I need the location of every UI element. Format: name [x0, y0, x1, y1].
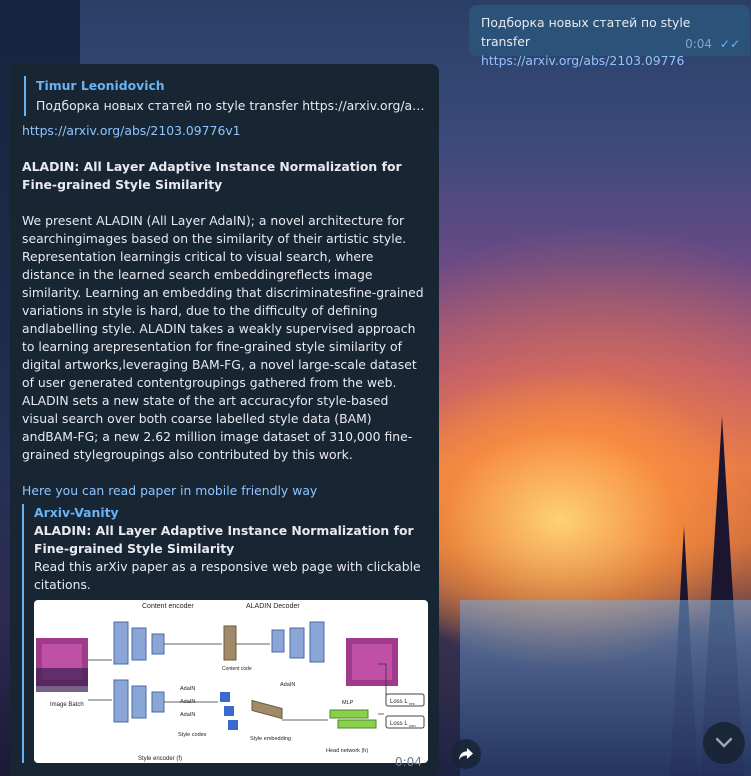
label-style-codes: Style codes	[178, 732, 207, 738]
preview-image[interactable]: Content encoder ALADIN Decoder Image Bat…	[34, 600, 428, 763]
preview-title: ALADIN: All Layer Adaptive Instance Norm…	[34, 523, 414, 556]
outgoing-message-link[interactable]: https://arxiv.org/abs/2103.09776	[481, 51, 738, 70]
label-loss-con: Loss L con	[390, 721, 416, 728]
label-content-encoder: Content encoder	[142, 603, 194, 610]
link-preview[interactable]: Arxiv-Vanity ALADIN: All Layer Adaptive …	[22, 504, 428, 763]
label-aladin-decoder: ALADIN Decoder	[246, 603, 300, 610]
preview-site-name: Arxiv-Vanity	[34, 505, 119, 520]
paper-link[interactable]: https://arxiv.org/abs/2103.09776v1	[22, 122, 427, 140]
chevron-down-icon	[715, 737, 733, 748]
label-head-network: Head network (h)	[326, 748, 368, 754]
paper-abstract: We present ALADIN (All Layer AdaIN); a n…	[22, 213, 424, 462]
incoming-message-time: 0:04	[395, 755, 422, 769]
incoming-message[interactable]: Timur Leonidovich Подборка новых статей …	[10, 64, 439, 776]
label-loss-rec: Loss L rec	[390, 699, 415, 706]
reply-quote[interactable]: Timur Leonidovich Подборка новых статей …	[24, 76, 427, 116]
label-mlp: MLP	[342, 700, 354, 706]
message-time: 0:04	[685, 37, 713, 51]
outgoing-message[interactable]: Подборка новых статей по style transfer …	[469, 5, 750, 68]
paper-title: ALADIN: All Layer Adaptive Instance Norm…	[22, 159, 402, 192]
preview-description: Read this arXiv paper as a responsive we…	[34, 559, 421, 592]
message-meta: 0:04 ✓✓	[685, 37, 740, 51]
reply-author: Timur Leonidovich	[36, 78, 165, 93]
share-button[interactable]	[451, 739, 481, 769]
double-check-icon: ✓✓	[719, 37, 740, 51]
reply-text: Подборка новых статей по style transfer …	[36, 98, 427, 113]
label-image-batch: Image Batch	[50, 702, 84, 708]
share-arrow-icon	[459, 748, 473, 760]
label-style-embedding: Style embedding	[250, 736, 291, 742]
label-content-code: Content code	[222, 666, 252, 672]
scroll-to-bottom-button[interactable]	[703, 722, 745, 764]
content-code-block	[223, 625, 237, 661]
mlp-block	[329, 709, 369, 719]
label-style-encoder: Style encoder (f)	[138, 756, 182, 762]
label-adain-decoder: AdaIN	[280, 682, 295, 688]
label-adain-1: AdaIN	[180, 686, 195, 692]
label-adain-3: AdaIN	[180, 712, 195, 718]
style-embedding-block	[251, 699, 283, 720]
mobile-friendly-link[interactable]: Here you can read paper in mobile friend…	[22, 482, 427, 500]
